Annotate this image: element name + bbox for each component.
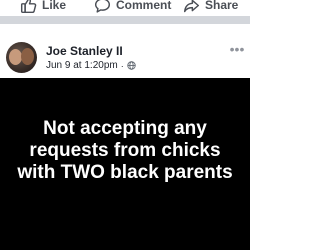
share-arrow-icon — [183, 0, 200, 14]
globe-icon — [127, 61, 136, 70]
share-label: Share — [205, 0, 239, 12]
author-name[interactable]: Joe Stanley II — [46, 44, 123, 58]
avatar[interactable] — [6, 42, 37, 73]
like-label: Like — [42, 0, 67, 12]
share-button[interactable]: Share — [183, 0, 238, 14]
post-timestamp[interactable]: Jun 9 at 1:20pm — [46, 60, 118, 71]
comment-button[interactable]: Comment — [94, 0, 171, 14]
thumbs-up-icon — [20, 0, 37, 14]
comment-bubble-icon — [94, 0, 111, 14]
comment-label: Comment — [116, 0, 172, 12]
post-action-bar: Like Comment Share — [0, 0, 250, 16]
post-meta: Jun 9 at 1:20pm · — [46, 60, 136, 71]
meta-separator: · — [120, 60, 124, 71]
like-button[interactable]: Like — [20, 0, 66, 14]
post-header: Joe Stanley II Jun 9 at 1:20pm · ••• — [0, 24, 250, 78]
more-options-icon[interactable]: ••• — [228, 42, 246, 56]
feed-divider — [0, 16, 250, 24]
post-text: Not accepting any requests from chicks w… — [17, 118, 233, 183]
post-text-background: Not accepting any requests from chicks w… — [0, 78, 250, 250]
